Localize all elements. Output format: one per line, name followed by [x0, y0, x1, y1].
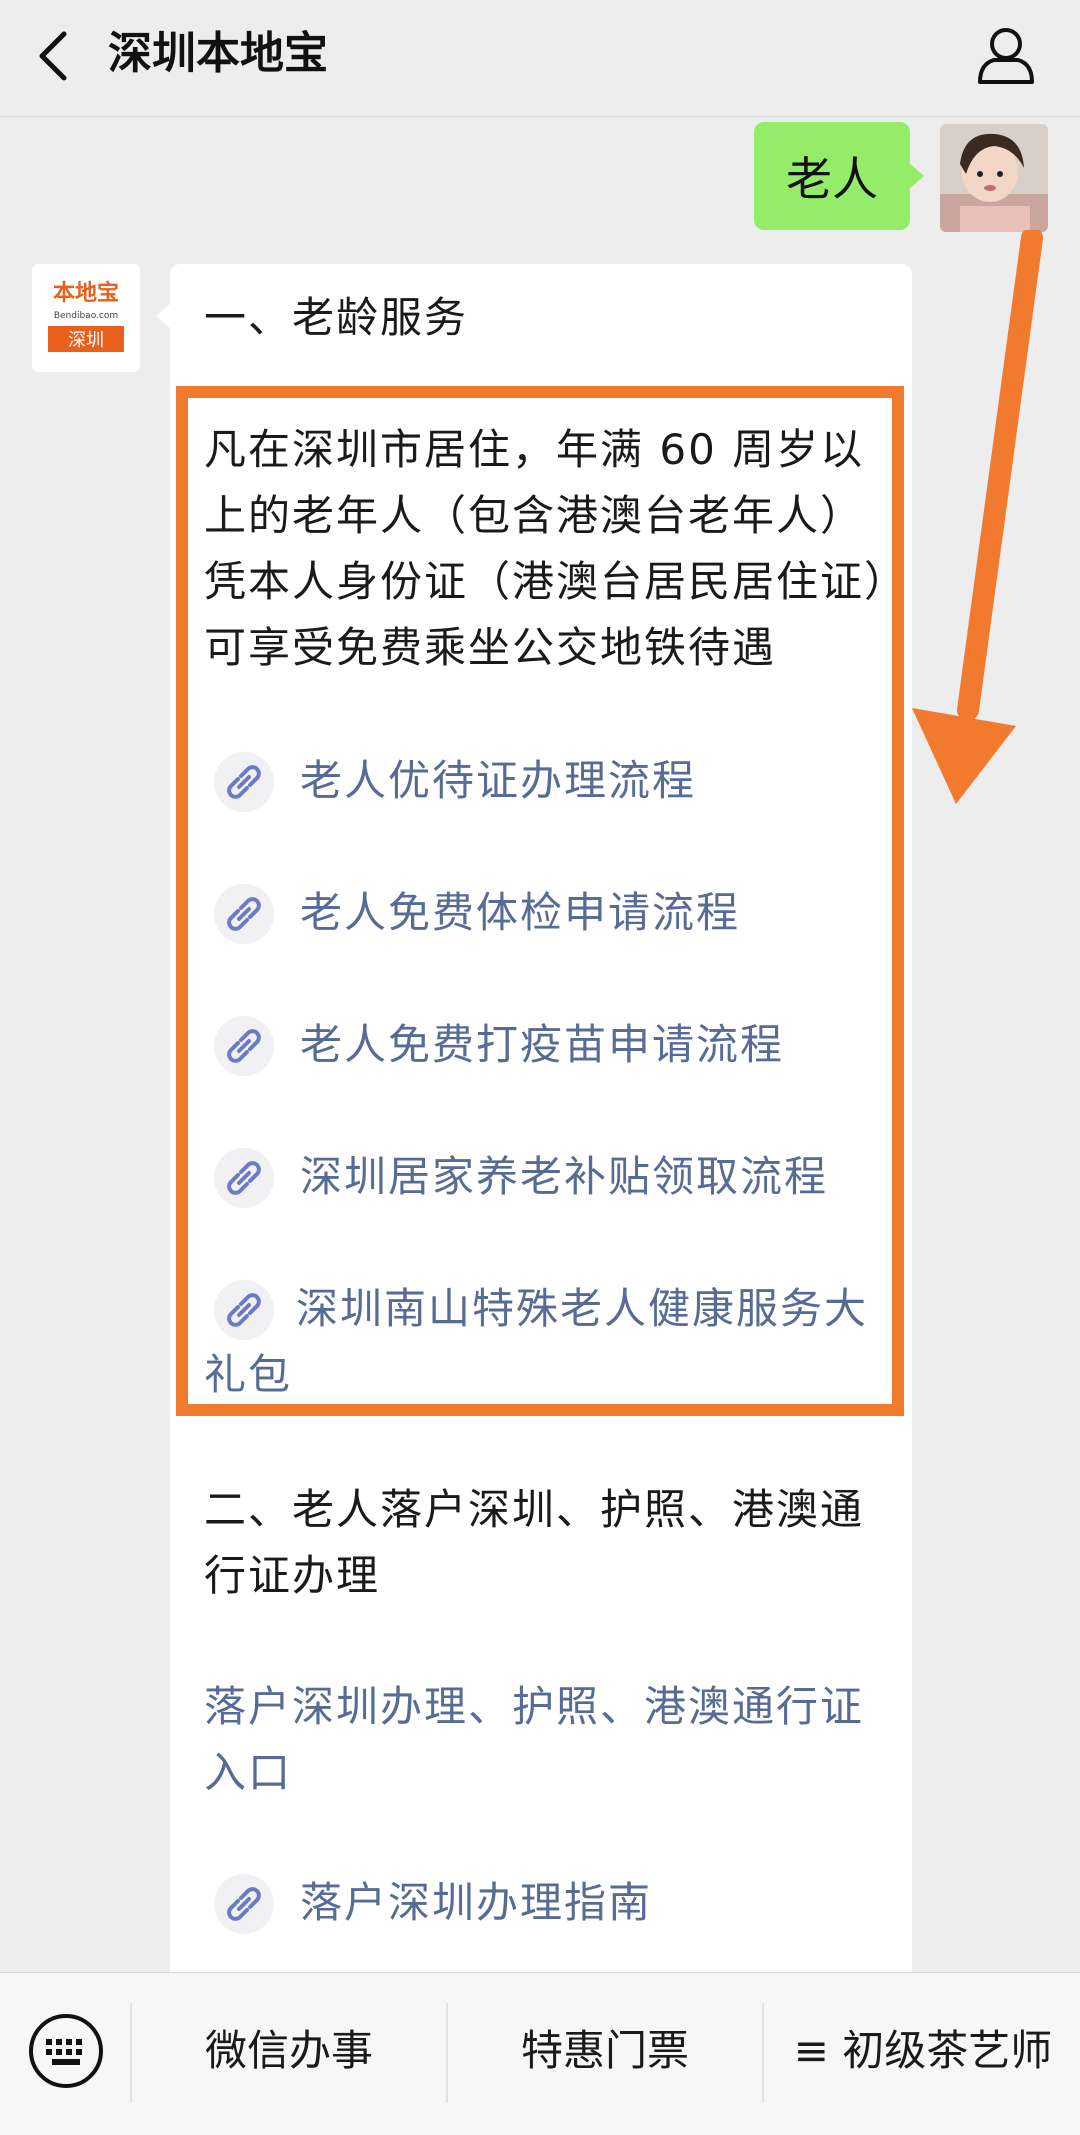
- bot-logo-city: 深圳: [68, 330, 104, 351]
- back-icon[interactable]: [26, 26, 86, 86]
- menu-discount-tickets[interactable]: 特惠门票: [450, 2013, 760, 2089]
- highlight-frame: [176, 386, 904, 1416]
- link-icon: [214, 1874, 274, 1934]
- profile-icon[interactable]: [972, 22, 1040, 90]
- page-title: 深圳本地宝: [108, 28, 328, 79]
- section2-title-line1: 二、老人落户深圳、护照、港澳通: [204, 1485, 865, 1534]
- menu-divider: [446, 2003, 448, 2103]
- annotation-arrow-icon: [900, 227, 1080, 830]
- user-message-text: 老人: [786, 152, 878, 206]
- bot-logo-title: 本地宝: [53, 280, 119, 306]
- bot-avatar[interactable]: 本地宝 Bendibao.com 深圳: [32, 264, 140, 372]
- menu-wechat-services[interactable]: 微信办事: [134, 2013, 444, 2089]
- menu-tea-artist[interactable]: ≡ 初级茶艺师: [766, 2013, 1080, 2089]
- bottom-menu-bar: 微信办事 特惠门票 ≡ 初级茶艺师: [0, 1972, 1080, 2135]
- menu-divider: [762, 2003, 764, 2103]
- keyboard-icon[interactable]: [28, 2013, 104, 2089]
- menu-divider: [130, 2003, 132, 2103]
- chat-header: 深圳本地宝: [0, 0, 1080, 117]
- section1-title: 一、老龄服务: [204, 293, 469, 342]
- link-settle-guide[interactable]: 落户深圳办理指南: [300, 1871, 652, 1935]
- link-settle-passport-entry-line1[interactable]: 落户深圳办理、护照、港澳通行证: [204, 1674, 894, 1740]
- user-message-bubble: 老人: [754, 122, 924, 230]
- link-settle-passport-entry-line2[interactable]: 入口: [204, 1740, 894, 1806]
- user-avatar[interactable]: [940, 124, 1048, 232]
- section2-title-line2: 行证办理: [204, 1551, 381, 1600]
- bot-logo-domain: Bendibao.com: [54, 311, 118, 321]
